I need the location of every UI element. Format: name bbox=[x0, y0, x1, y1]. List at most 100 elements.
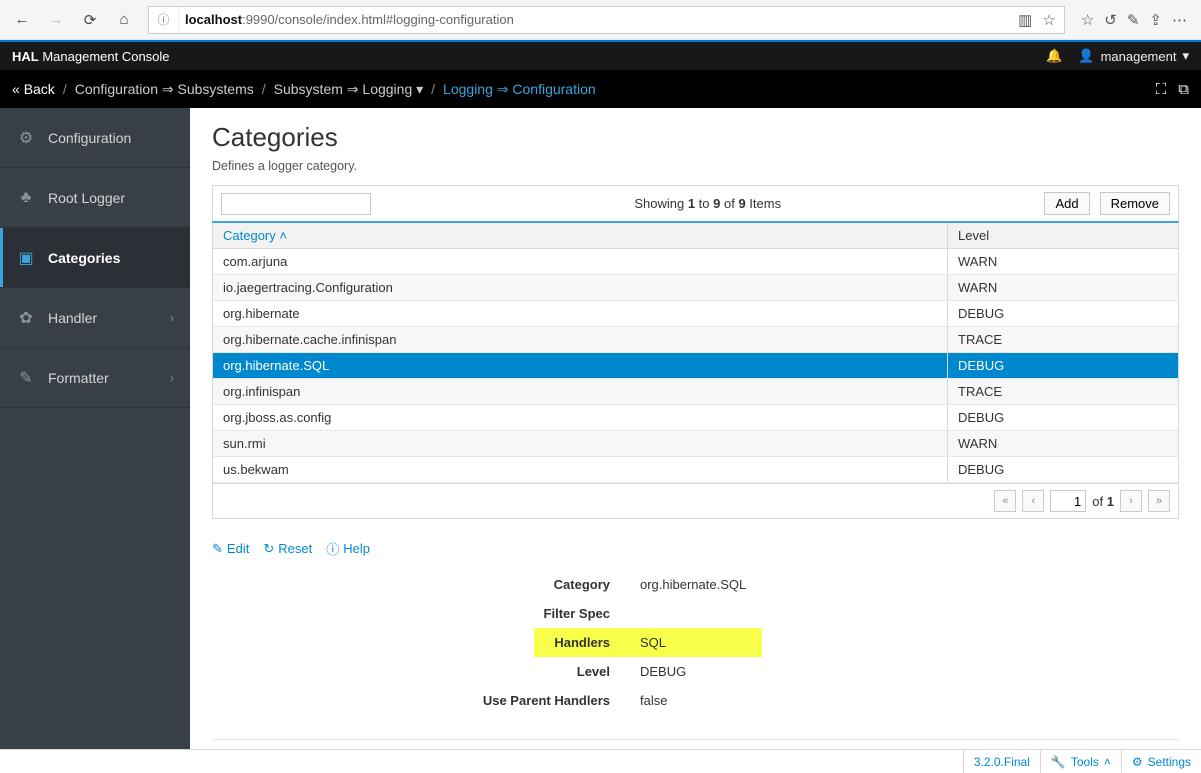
cell-category: org.hibernate.cache.infinispan bbox=[213, 327, 948, 352]
chevron-right-icon: › bbox=[170, 311, 174, 325]
sidebar-item-formatter[interactable]: ✎ Formatter › bbox=[0, 348, 190, 408]
external-icon[interactable]: ⧉ bbox=[1178, 81, 1189, 98]
tools-menu[interactable]: 🔧 Tools ˄ bbox=[1040, 750, 1121, 773]
cell-level: DEBUG bbox=[948, 457, 1178, 482]
page-prev-button[interactable]: ‹ bbox=[1022, 490, 1044, 512]
tree-icon: ♣ bbox=[16, 189, 36, 207]
cell-category: us.bekwam bbox=[213, 457, 948, 482]
version-cell[interactable]: 3.2.0.Final bbox=[963, 750, 1040, 773]
page-subtitle: Defines a logger category. bbox=[212, 159, 1179, 173]
page-first-button[interactable]: « bbox=[994, 490, 1016, 512]
sidebar-item-categories[interactable]: ▣ Categories bbox=[0, 228, 190, 288]
cell-category: org.hibernate bbox=[213, 301, 948, 326]
table-row[interactable]: com.arjunaWARN bbox=[213, 249, 1178, 275]
cell-level: TRACE bbox=[948, 327, 1178, 352]
brush-icon: ✎ bbox=[16, 368, 36, 388]
help-button[interactable]: ⓘ Help bbox=[326, 539, 370, 558]
edit-button[interactable]: ✎ Edit bbox=[212, 539, 249, 558]
detail-value-category: org.hibernate.SQL bbox=[640, 577, 1179, 592]
detail-label-category: Category bbox=[212, 577, 640, 592]
user-menu[interactable]: 👤 management ▾ bbox=[1078, 48, 1189, 64]
detail-value-uph: false bbox=[640, 693, 1179, 708]
col-level[interactable]: Level bbox=[948, 223, 1178, 248]
gear-icon: ✿ bbox=[16, 308, 36, 328]
star-icon[interactable]: ☆ bbox=[1042, 11, 1055, 29]
table-toolbar: Showing 1 to 9 of 9 Items Add Remove bbox=[212, 185, 1179, 222]
cell-category: sun.rmi bbox=[213, 431, 948, 456]
brand: HAL Management Console bbox=[12, 49, 170, 64]
cell-level: TRACE bbox=[948, 379, 1178, 404]
cell-level: WARN bbox=[948, 249, 1178, 274]
crumb-subsystem[interactable]: Subsystem ⇒ Logging ▾ bbox=[274, 81, 424, 98]
table-row[interactable]: sun.rmiWARN bbox=[213, 431, 1178, 457]
browser-toolbar: ← → ⟳ ⌂ ⓘ localhost:9990/console/index.h… bbox=[0, 0, 1201, 40]
page-of-label: of 1 bbox=[1092, 494, 1114, 509]
cell-category: org.hibernate.SQL bbox=[213, 353, 948, 378]
cell-category: org.infinispan bbox=[213, 379, 948, 404]
detail-label-uph: Use Parent Handlers bbox=[212, 693, 640, 708]
url-text: localhost:9990/console/index.html#loggin… bbox=[179, 12, 1010, 27]
page-input[interactable] bbox=[1050, 490, 1086, 512]
table-row[interactable]: org.hibernate.SQLDEBUG bbox=[213, 353, 1178, 379]
table-row[interactable]: org.infinispanTRACE bbox=[213, 379, 1178, 405]
breadcrumb-back[interactable]: « Back bbox=[12, 81, 55, 97]
home-icon[interactable]: ⌂ bbox=[110, 6, 138, 34]
remove-button[interactable]: Remove bbox=[1100, 192, 1170, 215]
table-row[interactable]: us.bekwamDEBUG bbox=[213, 457, 1178, 483]
cell-category: com.arjuna bbox=[213, 249, 948, 274]
bell-icon[interactable]: 🔔 bbox=[1046, 48, 1062, 64]
sidebar-item-label: Formatter bbox=[48, 370, 109, 386]
table-row[interactable]: org.hibernate.cache.infinispanTRACE bbox=[213, 327, 1178, 353]
crumb-logging[interactable]: Logging ⇒ Configuration bbox=[443, 81, 596, 98]
page-next-button[interactable]: › bbox=[1120, 490, 1142, 512]
cell-level: WARN bbox=[948, 275, 1178, 300]
breadcrumb-bar: « Back / Configuration ⇒ Subsystems / Su… bbox=[0, 70, 1201, 108]
sidebar-item-label: Handler bbox=[48, 310, 97, 326]
forward-icon[interactable]: → bbox=[42, 6, 70, 34]
sliders-icon: ⚙ bbox=[16, 128, 36, 148]
sidebar-item-root-logger[interactable]: ♣ Root Logger bbox=[0, 168, 190, 228]
more-icon[interactable]: ⋯ bbox=[1172, 11, 1187, 29]
reader-icon[interactable]: ▥ bbox=[1018, 11, 1032, 29]
address-bar[interactable]: ⓘ localhost:9990/console/index.html#logg… bbox=[148, 6, 1065, 34]
detail-value-filter bbox=[640, 606, 1179, 621]
stack-icon: ▣ bbox=[16, 248, 36, 268]
cell-level: DEBUG bbox=[948, 405, 1178, 430]
table-row[interactable]: org.hibernateDEBUG bbox=[213, 301, 1178, 327]
sitemap-icon[interactable]: ⛶ bbox=[1156, 81, 1167, 98]
sidebar-item-handler[interactable]: ✿ Handler › bbox=[0, 288, 190, 348]
cell-category: org.jboss.as.config bbox=[213, 405, 948, 430]
main-content: Categories Defines a logger category. Sh… bbox=[190, 108, 1201, 749]
history-icon[interactable]: ↺ bbox=[1104, 11, 1117, 29]
cell-level: WARN bbox=[948, 431, 1178, 456]
add-button[interactable]: Add bbox=[1044, 192, 1089, 215]
detail-panel: Category org.hibernate.SQL Filter Spec H… bbox=[212, 570, 1179, 715]
page-title: Categories bbox=[212, 122, 1179, 153]
page-last-button[interactable]: » bbox=[1148, 490, 1170, 512]
table-header: Category ˄ Level bbox=[213, 223, 1178, 249]
settings-menu[interactable]: ⚙ Settings bbox=[1121, 750, 1201, 773]
sidebar-item-configuration[interactable]: ⚙ Configuration bbox=[0, 108, 190, 168]
crumb-configuration[interactable]: Configuration ⇒ Subsystems bbox=[75, 81, 254, 98]
back-icon[interactable]: ← bbox=[8, 6, 36, 34]
info-icon[interactable]: ⓘ bbox=[149, 7, 179, 33]
detail-value-level: DEBUG bbox=[640, 664, 1179, 679]
cell-level: DEBUG bbox=[948, 353, 1178, 378]
reset-button[interactable]: ↻ Reset bbox=[263, 539, 312, 558]
refresh-icon[interactable]: ⟳ bbox=[76, 6, 104, 34]
col-category[interactable]: Category ˄ bbox=[213, 223, 948, 248]
detail-label-filter: Filter Spec bbox=[212, 606, 640, 621]
favorites-icon[interactable]: ☆ bbox=[1081, 11, 1094, 29]
notes-icon[interactable]: ✎ bbox=[1127, 11, 1140, 29]
app-topbar: HAL Management Console 🔔 👤 management ▾ bbox=[0, 42, 1201, 70]
table-row[interactable]: org.jboss.as.configDEBUG bbox=[213, 405, 1178, 431]
share-icon[interactable]: ⇪ bbox=[1149, 11, 1162, 29]
filter-input[interactable] bbox=[221, 193, 371, 215]
table-row[interactable]: io.jaegertracing.ConfigurationWARN bbox=[213, 275, 1178, 301]
detail-value-handlers: SQL bbox=[640, 635, 762, 650]
app-footer: 3.2.0.Final 🔧 Tools ˄ ⚙ Settings bbox=[0, 749, 1201, 773]
detail-label-level: Level bbox=[212, 664, 640, 679]
categories-table: Category ˄ Level com.arjunaWARNio.jaeger… bbox=[212, 221, 1179, 484]
sidebar-item-label: Configuration bbox=[48, 130, 131, 146]
table-footer: « ‹ of 1 › » bbox=[212, 484, 1179, 519]
